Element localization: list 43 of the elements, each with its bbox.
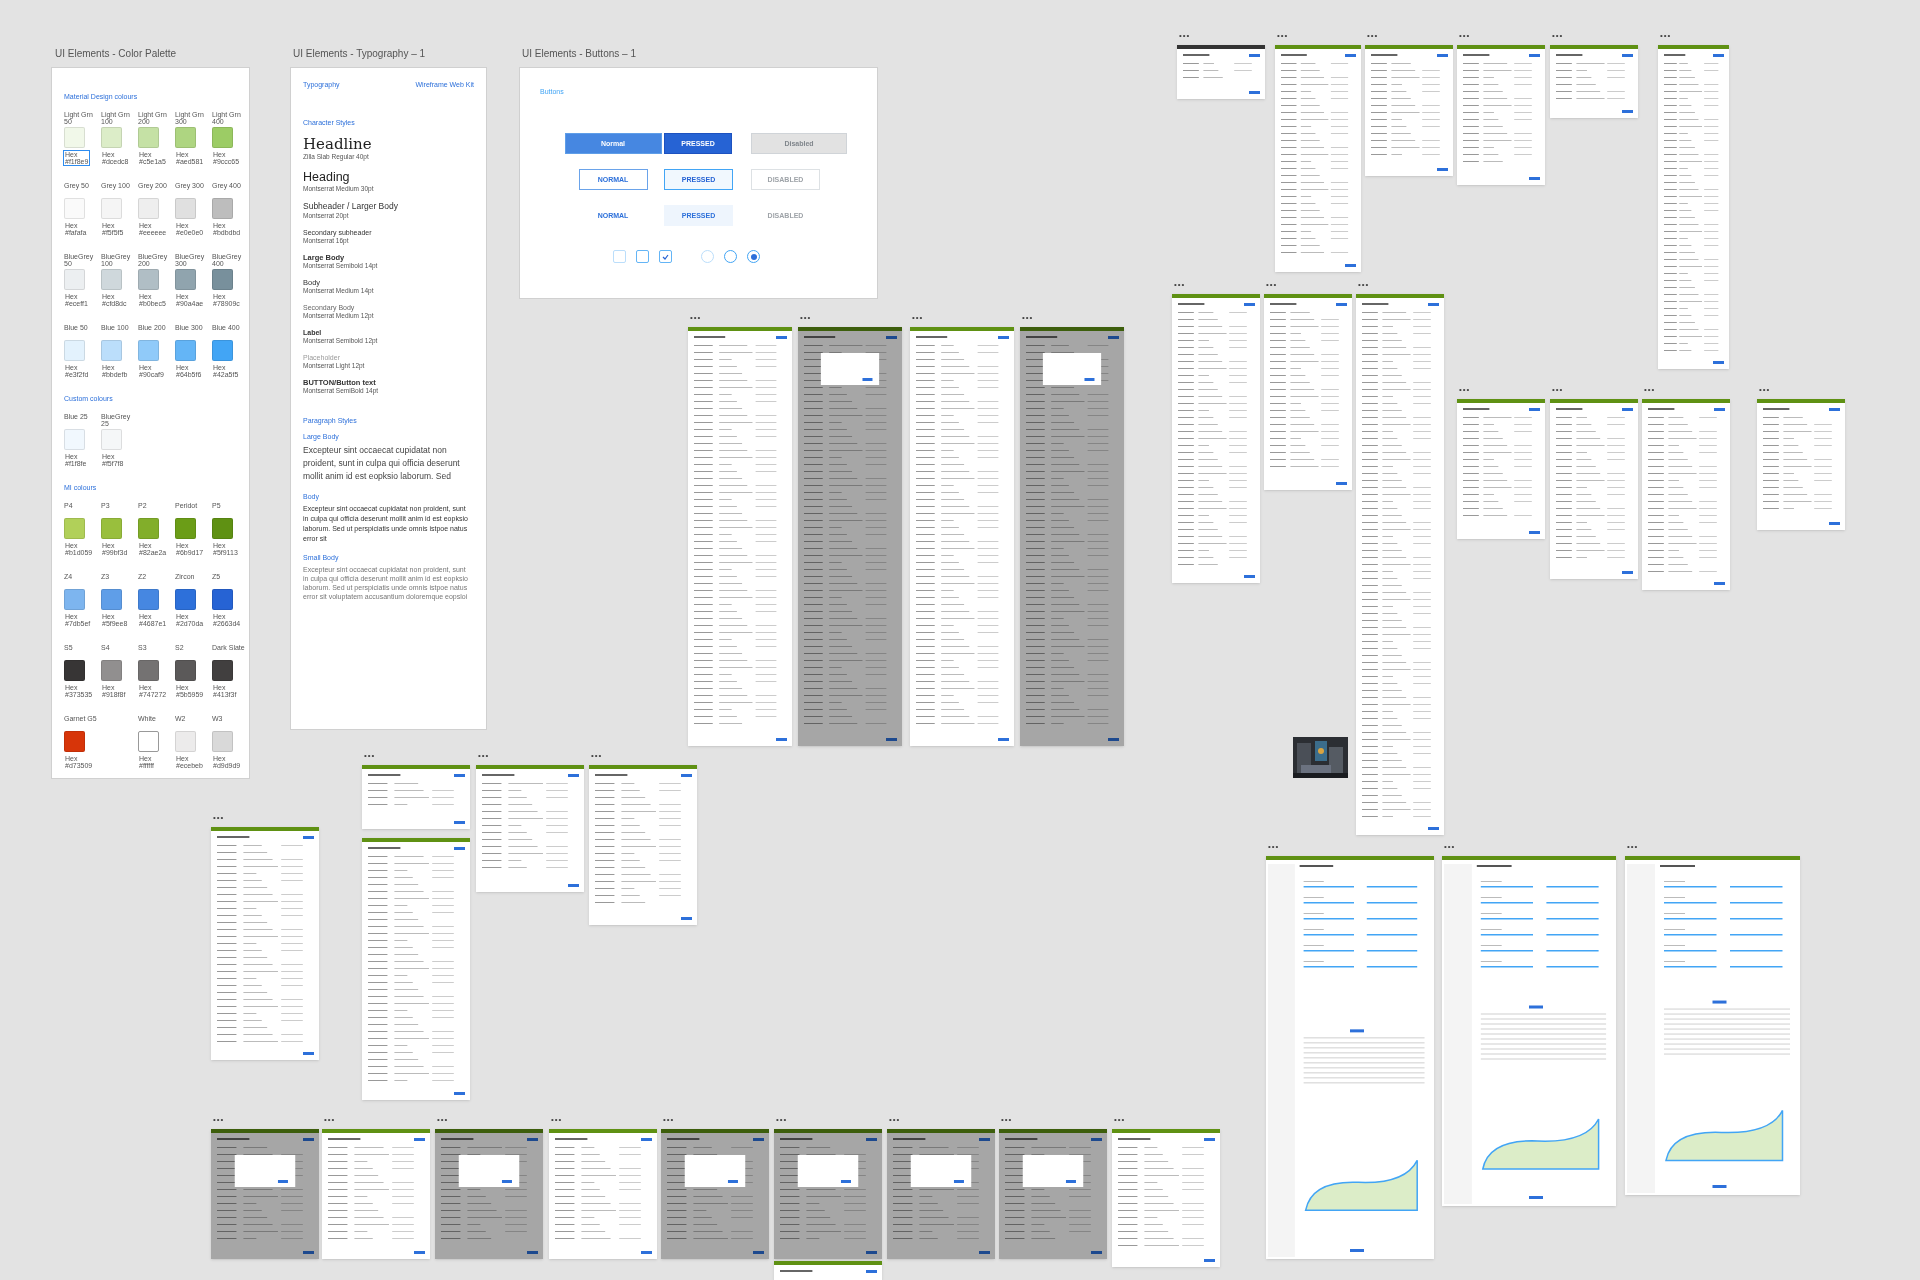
artboard-label: ••• [889,1116,901,1124]
checkbox[interactable] [659,250,672,263]
artboard-label: ••• [912,314,924,322]
artboard-label: ••• [1459,386,1471,394]
artboard-label: ••• [1114,1116,1126,1124]
artboard-label: ••• [324,1116,336,1124]
artboard-label: ••• [591,752,603,760]
artboard-label: ••• [776,1116,788,1124]
artboard-label: ••• [551,1116,563,1124]
artboard-title: UI Elements - Buttons – 1 [522,48,636,60]
artboard-label: ••• [1444,843,1456,851]
artboard-label: ••• [1552,386,1564,394]
check-icon [662,253,669,260]
artboard-label: ••• [364,752,376,760]
artboard-label: ••• [690,314,702,322]
artboard-label: ••• [1001,1116,1013,1124]
artboard-label: ••• [663,1116,675,1124]
artboard-label: ••• [213,814,225,822]
artboard-label: ••• [1179,32,1191,40]
artboard-label: ••• [1174,281,1186,289]
artboard-label: ••• [1627,843,1639,851]
artboard-label: ••• [1459,32,1471,40]
artboard-label: ••• [1358,281,1370,289]
artboard-label: ••• [1268,843,1280,851]
artboard-label: ••• [1277,32,1289,40]
artboard-title: UI Elements - Typography – 1 [293,48,426,60]
type-sample: Heading [303,169,350,185]
artboard-label: ••• [1022,314,1034,322]
paragraph-text: Excepteur sint occaecat cupidatat non proident, sunt in culpa qui officia deserunt mollit anim id est eopksio laborum. Sed [303,444,461,483]
artboard-label: ••• [1552,32,1564,40]
artboard-label: ••• [437,1116,449,1124]
artboard-label: ••• [213,1116,225,1124]
checkbox[interactable] [636,250,649,263]
artboard-label: ••• [478,752,490,760]
artboard-title: UI Elements - Color Palette [55,48,177,60]
artboard-label: ••• [1644,386,1656,394]
artboard-label: ••• [1660,32,1672,40]
type-sample: Headline [303,135,372,153]
artboard-label: ••• [1759,386,1771,394]
artboard-label: ••• [1367,32,1379,40]
artboard-label: ••• [1266,281,1278,289]
artboard-label: ••• [800,314,812,322]
type-sample: Subheader / Larger Body [303,201,398,212]
